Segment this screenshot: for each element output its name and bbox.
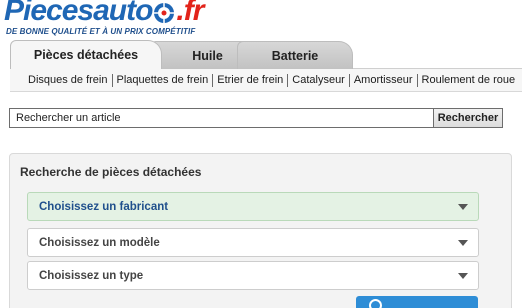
caret-down-icon bbox=[458, 273, 468, 279]
category-tabs: Pièces détachées Huile Batterie bbox=[0, 40, 522, 69]
subnav-link-disques[interactable]: Disques de frein bbox=[28, 74, 108, 86]
logo-tagline: DE BONNE QUALITÉ ET À UN PRIX COMPÉTITIF bbox=[6, 27, 196, 36]
type-select-value: Choisissez un type bbox=[39, 269, 144, 282]
parts-search-panel: Recherche de pièces détachées Choisissez… bbox=[9, 153, 512, 308]
subnav-link-amortisseur[interactable]: Amortisseur bbox=[354, 74, 413, 86]
manufacturer-select-value: Choisissez un fabricant bbox=[39, 200, 169, 213]
subnav-divider bbox=[287, 73, 289, 87]
subnav-divider bbox=[348, 73, 350, 87]
tab-batterie[interactable]: Batterie bbox=[237, 41, 353, 69]
search-icon bbox=[369, 299, 382, 308]
site-logo[interactable]: Piecesauto .fr bbox=[4, 0, 204, 27]
model-select[interactable]: Choisissez un modèle bbox=[27, 228, 479, 257]
subnav-link-catalyseur[interactable]: Catalyseur bbox=[292, 74, 345, 86]
subnav-link-roulement[interactable]: Roulement de roue bbox=[422, 74, 516, 86]
subnav-link-etrier[interactable]: Etrier de frein bbox=[217, 74, 283, 86]
caret-down-icon bbox=[458, 240, 468, 246]
subnav-divider bbox=[111, 73, 113, 87]
manufacturer-select[interactable]: Choisissez un fabricant bbox=[27, 192, 479, 221]
subnav-link-plaquettes[interactable]: Plaquettes de frein bbox=[117, 74, 209, 86]
caret-down-icon bbox=[458, 204, 468, 210]
search-button[interactable]: Rechercher bbox=[433, 108, 503, 128]
logo-name: Piecesauto bbox=[4, 0, 153, 27]
parts-search-button[interactable] bbox=[356, 296, 478, 308]
search-input[interactable]: Rechercher un article bbox=[9, 108, 434, 128]
wheel-icon bbox=[154, 3, 175, 23]
panel-title: Recherche de pièces détachées bbox=[20, 165, 202, 179]
tab-pieces-detachees[interactable]: Pièces détachées bbox=[10, 40, 162, 69]
logo-domain: .fr bbox=[176, 0, 204, 27]
subcategory-nav: Disques de frein Plaquettes de frein Etr… bbox=[10, 68, 522, 92]
model-select-value: Choisissez un modèle bbox=[39, 236, 160, 249]
subnav-divider bbox=[416, 73, 418, 87]
subnav-divider bbox=[212, 73, 214, 87]
type-select[interactable]: Choisissez un type bbox=[27, 261, 479, 290]
